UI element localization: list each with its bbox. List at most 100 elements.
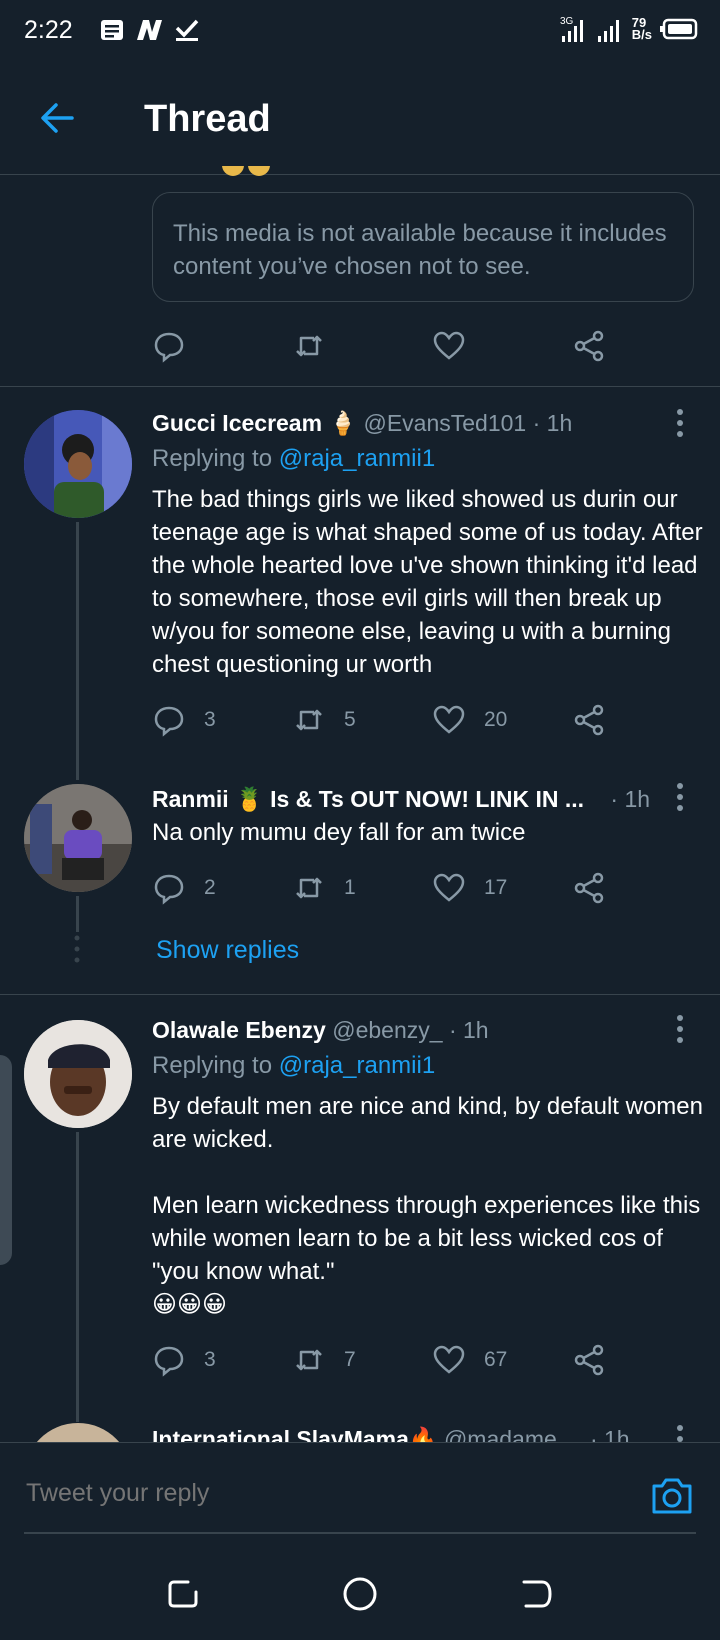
avatar[interactable] bbox=[24, 1020, 132, 1128]
tweet-text: The bad things girls we liked showed us … bbox=[152, 486, 703, 678]
retweet-button[interactable]: 1 bbox=[292, 868, 356, 908]
emoji-partial bbox=[222, 166, 274, 176]
retweet-icon bbox=[296, 709, 322, 731]
like-button[interactable]: 20 bbox=[432, 700, 507, 740]
home-button[interactable] bbox=[342, 1576, 378, 1617]
like-button[interactable]: 17 bbox=[432, 868, 507, 908]
tweet-actions: 2 1 17 bbox=[152, 868, 622, 908]
retweet-count: 7 bbox=[344, 1348, 356, 1371]
share-button[interactable] bbox=[572, 326, 606, 366]
recents-icon bbox=[168, 1580, 198, 1608]
avatar[interactable] bbox=[24, 410, 132, 518]
back-nav-icon bbox=[522, 1580, 552, 1608]
retweet-icon bbox=[296, 1349, 322, 1371]
cartoon-avatar-image bbox=[24, 410, 132, 518]
camera-icon bbox=[652, 1478, 692, 1514]
like-count: 17 bbox=[484, 876, 508, 899]
thread-line bbox=[76, 522, 79, 780]
share-icon bbox=[574, 330, 604, 362]
arrow-left-icon bbox=[41, 103, 74, 133]
replying-prefix: Replying to bbox=[152, 445, 279, 472]
share-icon bbox=[574, 872, 604, 904]
back-button[interactable] bbox=[36, 96, 80, 140]
status-right-icons: 3G 79 B/s bbox=[558, 14, 698, 44]
recents-button[interactable] bbox=[166, 1578, 200, 1617]
status-time: 2:22 bbox=[24, 16, 73, 44]
display-name[interactable]: Gucci Icecream 🍦 bbox=[152, 410, 357, 436]
tweet-header: Olawale Ebenzy @ebenzy_ · 1h bbox=[152, 1017, 489, 1044]
more-vertical-icon[interactable] bbox=[666, 1422, 696, 1442]
net-speed: 79 B/s bbox=[632, 16, 652, 41]
home-circle-icon bbox=[343, 1577, 377, 1611]
like-button[interactable]: 67 bbox=[432, 1340, 507, 1380]
mention-link[interactable]: @raja_ranmii1 bbox=[279, 1052, 435, 1079]
like-count: 20 bbox=[484, 708, 508, 731]
show-replies-link[interactable]: Show replies bbox=[156, 936, 299, 965]
reply-button[interactable]: 3 bbox=[152, 700, 216, 740]
retweet-icon bbox=[296, 877, 322, 899]
tweet-header: International SlayMama🔥 @madame_ · 1h bbox=[152, 1426, 630, 1442]
retweet-count: 5 bbox=[344, 708, 356, 731]
more-vertical-icon bbox=[677, 1015, 683, 1043]
tweet-actions bbox=[152, 326, 622, 366]
avatar[interactable] bbox=[24, 1423, 132, 1442]
mention-link[interactable]: @raja_ranmii1 bbox=[279, 445, 435, 472]
photo-avatar-image bbox=[24, 1020, 132, 1128]
share-button[interactable] bbox=[572, 700, 606, 740]
more-replies-dots bbox=[74, 935, 80, 963]
display-name[interactable]: Olawale Ebenzy bbox=[152, 1017, 326, 1043]
handle[interactable]: @ebenzy_ bbox=[332, 1017, 442, 1043]
reply-count: 3 bbox=[204, 708, 216, 731]
reply-input-underline bbox=[24, 1532, 696, 1534]
tweet-text-paragraph: Men learn wickedness through experiences… bbox=[152, 1192, 701, 1285]
like-count: 67 bbox=[484, 1348, 508, 1371]
page-title: Thread bbox=[144, 98, 271, 140]
camera-button[interactable] bbox=[648, 1474, 696, 1518]
handle[interactable]: @madame_ bbox=[444, 1426, 570, 1442]
divider bbox=[0, 386, 720, 387]
avatar[interactable] bbox=[24, 784, 132, 892]
handle[interactable]: @EvansTed101 bbox=[363, 410, 526, 436]
share-icon bbox=[574, 704, 604, 736]
display-name[interactable]: Ranmii 🍍 Is & Ts OUT NOW! LINK IN ... bbox=[152, 786, 584, 812]
more-vertical-icon bbox=[677, 783, 683, 811]
header-bar bbox=[0, 64, 720, 175]
tweet-text: By default men are nice and kind, by def… bbox=[152, 1090, 704, 1321]
reply-icon bbox=[154, 1346, 184, 1377]
reply-button[interactable]: 2 bbox=[152, 868, 216, 908]
back-nav-button[interactable] bbox=[520, 1578, 554, 1617]
display-name[interactable]: International SlayMama🔥 bbox=[152, 1426, 438, 1442]
reply-button[interactable] bbox=[152, 326, 186, 366]
signal-3g-icon: 3G bbox=[560, 16, 583, 42]
more-options-button[interactable] bbox=[666, 780, 696, 816]
more-options-button[interactable] bbox=[666, 406, 696, 442]
more-options-button[interactable] bbox=[666, 1012, 696, 1048]
replying-to: Replying to @raja_ranmii1 bbox=[152, 1052, 435, 1080]
thread-line bbox=[76, 896, 79, 932]
check-icon bbox=[175, 19, 199, 41]
timestamp: · 1h bbox=[589, 1426, 630, 1442]
share-button[interactable] bbox=[572, 1340, 606, 1380]
reply-icon bbox=[154, 706, 184, 737]
retweet-button[interactable] bbox=[292, 326, 326, 366]
retweet-button[interactable]: 7 bbox=[292, 1340, 356, 1380]
timestamp: · 1h bbox=[610, 786, 651, 812]
timestamp: · 1h bbox=[532, 410, 573, 436]
thread-line bbox=[76, 1132, 79, 1422]
heart-icon bbox=[433, 705, 465, 734]
signal-bars-icon bbox=[597, 20, 619, 42]
like-button[interactable] bbox=[432, 326, 466, 366]
tweet-actions: 3 5 20 bbox=[152, 700, 622, 740]
reply-button[interactable]: 3 bbox=[152, 1340, 216, 1380]
replying-to: Replying to @raja_ranmii1 bbox=[152, 445, 435, 473]
reply-icon bbox=[154, 332, 184, 363]
tweet-header: Ranmii 🍍 Is & Ts OUT NOW! LINK IN ... · … bbox=[152, 786, 650, 813]
tweet-partial: International SlayMama🔥 @madame_ · 1h bbox=[0, 1420, 720, 1442]
timestamp: · 1h bbox=[448, 1017, 489, 1043]
share-button[interactable] bbox=[572, 868, 606, 908]
tweet-text-paragraph: By default men are nice and kind, by def… bbox=[152, 1093, 703, 1153]
retweet-button[interactable]: 5 bbox=[292, 700, 356, 740]
edge-panel-handle[interactable] bbox=[0, 1055, 12, 1265]
replying-prefix: Replying to bbox=[152, 1052, 279, 1079]
reply-input[interactable] bbox=[24, 1478, 588, 1509]
